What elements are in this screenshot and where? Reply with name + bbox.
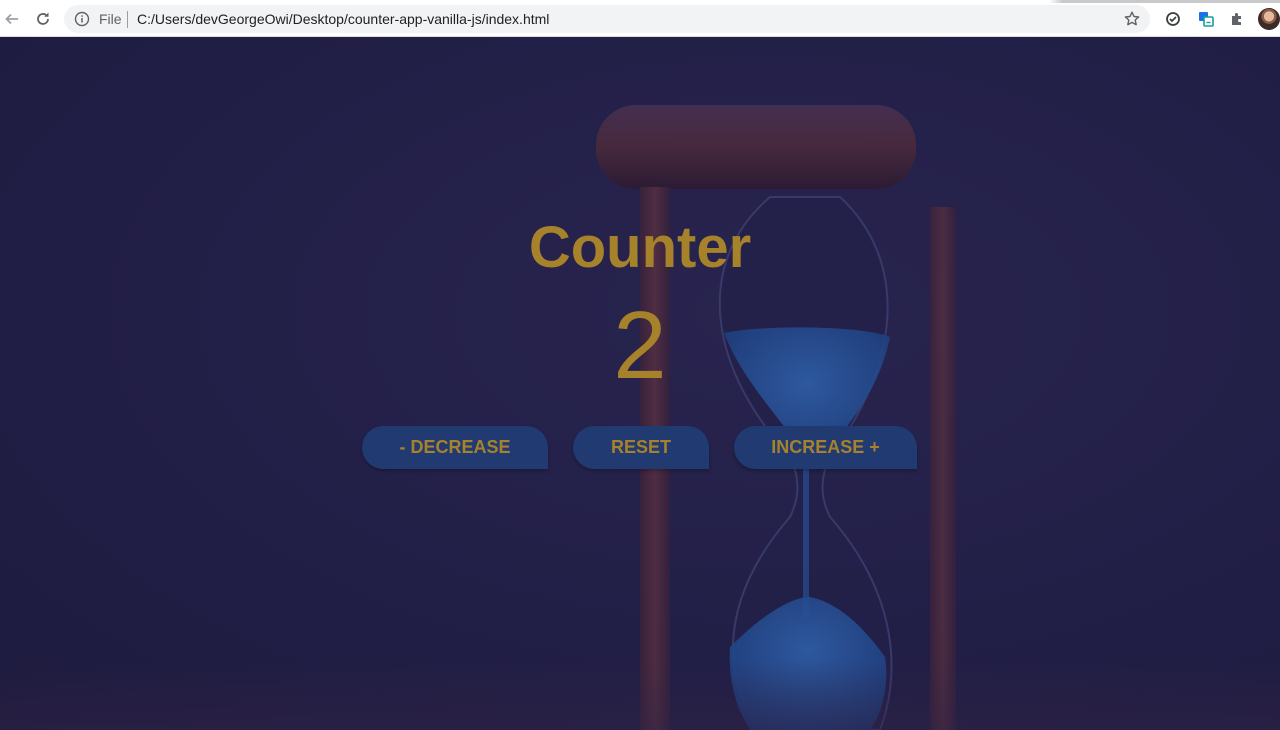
floor-shadow — [0, 660, 1280, 730]
reset-button[interactable]: RESET — [573, 426, 709, 469]
reload-icon[interactable] — [32, 8, 54, 30]
increase-button[interactable]: INCREASE + — [734, 426, 917, 469]
profile-avatar[interactable] — [1258, 8, 1280, 30]
tab-strip-edge — [0, 0, 1280, 3]
translate-icon[interactable] — [1195, 8, 1217, 30]
decrease-button[interactable]: - DECREASE — [362, 426, 548, 469]
address-bar[interactable]: File C:/Users/devGeorgeOwi/Desktop/count… — [64, 5, 1150, 33]
url-scheme-label: File — [99, 11, 122, 27]
extensions-icon[interactable] — [1226, 8, 1248, 30]
browser-toolbar: File C:/Users/devGeorgeOwi/Desktop/count… — [0, 0, 1280, 37]
star-icon[interactable] — [1123, 10, 1141, 28]
counter-value: 2 — [613, 292, 667, 399]
info-icon[interactable] — [74, 11, 90, 27]
back-arrow-icon[interactable] — [1, 8, 23, 30]
sync-icon[interactable] — [1162, 8, 1184, 30]
url-text[interactable]: C:/Users/devGeorgeOwi/Desktop/counter-ap… — [137, 11, 549, 27]
address-separator — [127, 11, 128, 28]
counter-title: Counter — [528, 215, 752, 280]
